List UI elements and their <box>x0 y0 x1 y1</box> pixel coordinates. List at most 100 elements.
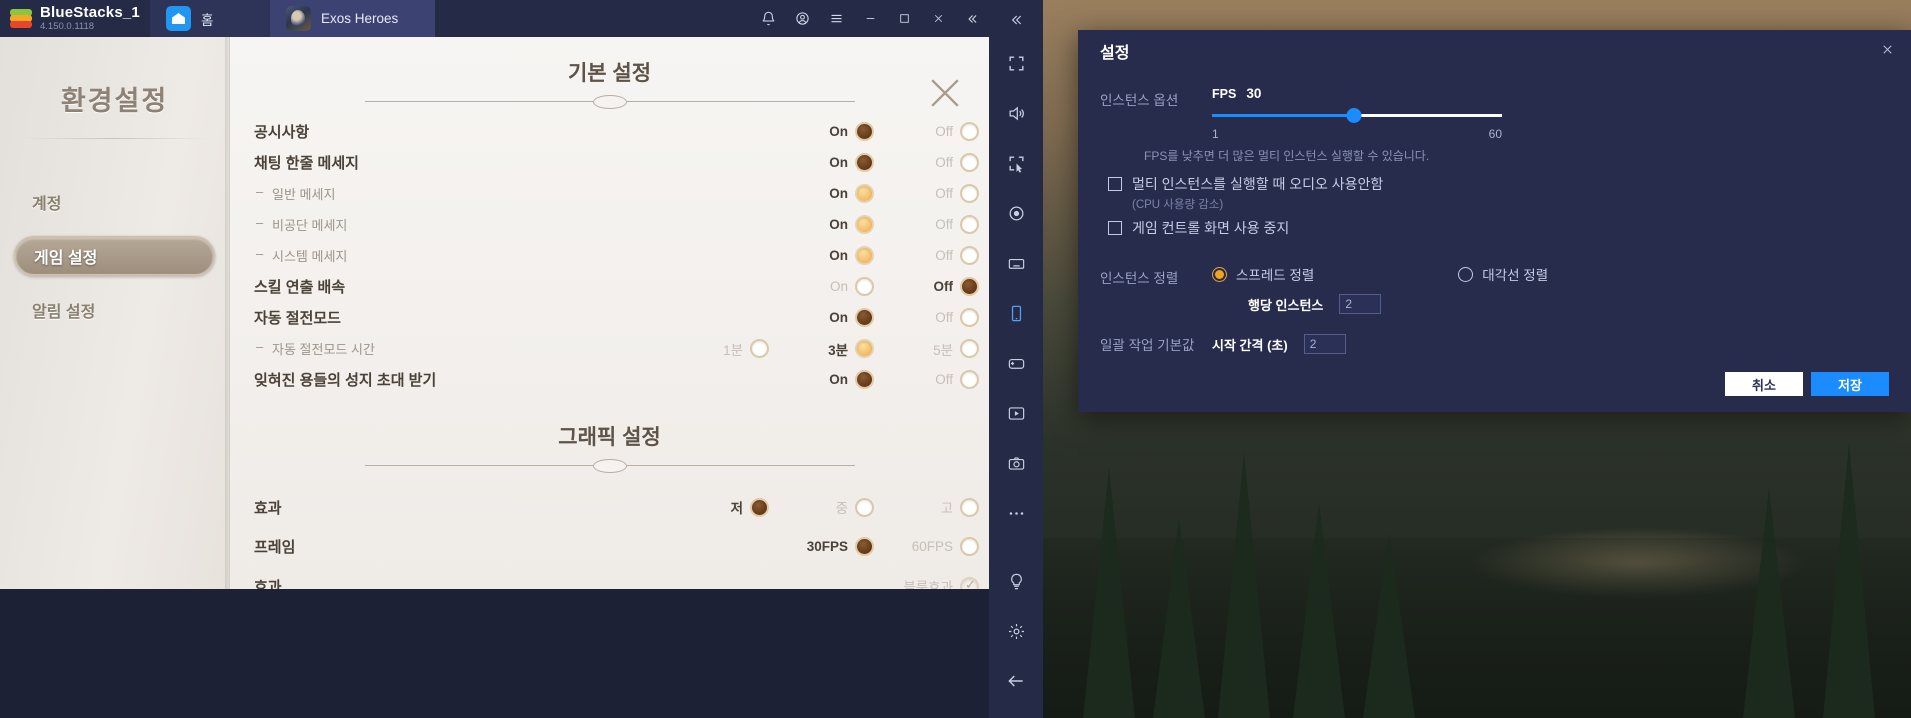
hamburger-menu-icon[interactable] <box>819 0 853 37</box>
sidebar-item-game-settings[interactable]: 게임 설정 <box>14 236 215 276</box>
setting-row-notice: 공시사항 On Off <box>230 116 989 147</box>
setting-label: 자동 절전모드 시간 <box>254 339 375 358</box>
close-icon[interactable] <box>1880 42 1895 60</box>
start-interval-input[interactable]: 2 <box>1303 334 1346 354</box>
game-settings-title: 환경설정 <box>60 86 169 116</box>
option-off[interactable]: Off <box>874 215 979 234</box>
collapse-sidebar-button[interactable] <box>955 0 989 37</box>
option-off[interactable]: Off <box>874 370 979 389</box>
option-text: On <box>829 248 848 263</box>
radio-icon <box>855 308 874 327</box>
radio-diagonal-align[interactable]: 대각선 정렬 <box>1458 264 1548 284</box>
radio-spread-align[interactable]: 스프레드 정렬 <box>1212 264 1314 284</box>
option-low[interactable]: 저 <box>664 497 769 517</box>
game-settings-close-icon[interactable] <box>923 71 967 115</box>
radio-icon <box>960 215 979 234</box>
option-on[interactable]: On <box>769 308 874 327</box>
fps-max-label: 60 <box>1488 127 1502 141</box>
option-text: Off <box>935 217 953 232</box>
option-off[interactable]: Off <box>874 184 979 203</box>
option-on[interactable]: On <box>769 277 874 296</box>
slider-knob[interactable] <box>1346 108 1362 123</box>
option-off[interactable]: Off <box>874 246 979 265</box>
tab-exos-heroes[interactable]: Exos Heroes <box>269 0 435 37</box>
account-circle-icon[interactable] <box>785 0 819 37</box>
save-button[interactable]: 저장 <box>1811 372 1889 396</box>
option-off[interactable]: Off <box>874 153 979 172</box>
radio-icon <box>855 277 874 296</box>
radio-icon <box>855 370 874 389</box>
option-text: On <box>829 124 848 139</box>
instance-align-content: 스프레드 정렬 대각선 정렬 행당 인스턴스 2 <box>1212 264 1885 314</box>
sidebar-item-game-settings-label: 게임 설정 <box>34 250 98 267</box>
option-on[interactable]: On <box>769 370 874 389</box>
batch-defaults-label: 일괄 작업 기본값 <box>1100 338 1195 353</box>
section-title-graphics: 그래픽 설정 <box>558 426 661 449</box>
instances-per-row-label: 행당 인스턴스 <box>1248 297 1324 313</box>
camera-icon[interactable] <box>989 438 1043 488</box>
bluestacks-logo-icon <box>10 8 32 29</box>
back-arrow-icon[interactable] <box>989 656 1043 706</box>
dialog-footer: 취소 저장 <box>1725 372 1889 396</box>
option-off[interactable]: Off <box>874 122 979 141</box>
option-30fps[interactable]: 30FPS <box>769 536 874 556</box>
wallpaper-tree <box>1218 453 1270 718</box>
maximize-button[interactable] <box>887 0 921 37</box>
setting-label: 효과 <box>254 499 282 517</box>
option-text: On <box>829 372 848 387</box>
setting-row-skill-speed: 스킬 연출 배속 On Off <box>230 271 989 302</box>
tab-home[interactable]: 홈 <box>149 0 270 37</box>
instances-per-row-input[interactable]: 2 <box>1339 294 1382 314</box>
volume-icon[interactable] <box>989 88 1043 138</box>
checkbox-label: 멀티 인스턴스를 실행할 때 오디오 사용안함 <box>1132 176 1384 192</box>
option-on[interactable]: On <box>769 122 874 141</box>
wallpaper-tree <box>1823 443 1875 718</box>
more-icon[interactable] <box>989 488 1043 538</box>
gear-icon[interactable] <box>989 606 1043 656</box>
phone-icon[interactable] <box>989 288 1043 338</box>
sidebar-item-account[interactable]: 계정 <box>0 182 229 222</box>
keyboard-icon[interactable] <box>989 238 1043 288</box>
gamepad-icon[interactable] <box>989 338 1043 388</box>
notification-bell-icon[interactable] <box>751 0 785 37</box>
option-medium[interactable]: 중 <box>769 497 874 517</box>
radio-icon <box>960 536 979 556</box>
option-60fps[interactable]: 60FPS <box>874 536 979 556</box>
radio-icon <box>855 339 874 358</box>
radio-label: 스프레드 정렬 <box>1236 268 1315 283</box>
option-off[interactable]: Off <box>874 277 979 296</box>
checkbox-icon[interactable] <box>1108 221 1122 235</box>
checkbox-icon[interactable] <box>1108 177 1122 191</box>
option-text: 고 <box>940 501 953 516</box>
option-off[interactable]: Off <box>874 308 979 327</box>
minimize-button[interactable] <box>853 0 887 37</box>
resize-cursor-icon[interactable] <box>989 138 1043 188</box>
game-settings-menu: 계정 게임 설정 알림 설정 <box>0 182 229 330</box>
cancel-button[interactable]: 취소 <box>1725 372 1803 396</box>
fps-slider[interactable] <box>1212 105 1502 127</box>
option-5min[interactable]: 5분 <box>874 339 979 359</box>
option-1min[interactable]: 1분 <box>664 339 769 359</box>
close-button[interactable] <box>921 0 955 37</box>
checkbox-disable-audio[interactable]: 멀티 인스턴스를 실행할 때 오디오 사용안함 <box>1108 174 1885 194</box>
option-text: 중 <box>835 501 848 516</box>
option-text: 30FPS <box>806 538 848 554</box>
option-on[interactable]: On <box>769 153 874 172</box>
option-on[interactable]: On <box>769 184 874 203</box>
macro-icon[interactable] <box>989 388 1043 438</box>
fullscreen-icon[interactable] <box>989 38 1043 88</box>
option-on[interactable]: On <box>769 215 874 234</box>
fps-scale: 1 60 <box>1212 127 1502 143</box>
option-on[interactable]: On <box>769 246 874 265</box>
fps-min-label: 1 <box>1212 127 1219 141</box>
titlebar-spacer <box>435 0 751 37</box>
checkbox-disable-game-controls[interactable]: 게임 컨트롤 화면 사용 중지 <box>1108 218 1885 238</box>
brightness-icon[interactable] <box>989 556 1043 606</box>
option-bloom[interactable]: 블룸효과 <box>849 576 979 589</box>
option-high[interactable]: 고 <box>874 497 979 517</box>
location-icon[interactable] <box>989 188 1043 238</box>
sidebar-item-notification-settings[interactable]: 알림 설정 <box>0 290 229 330</box>
sidebar-collapse-icon[interactable] <box>989 2 1043 38</box>
option-3min[interactable]: 3분 <box>769 339 874 359</box>
setting-label: 잊혀진 용들의 성지 초대 받기 <box>254 372 437 389</box>
